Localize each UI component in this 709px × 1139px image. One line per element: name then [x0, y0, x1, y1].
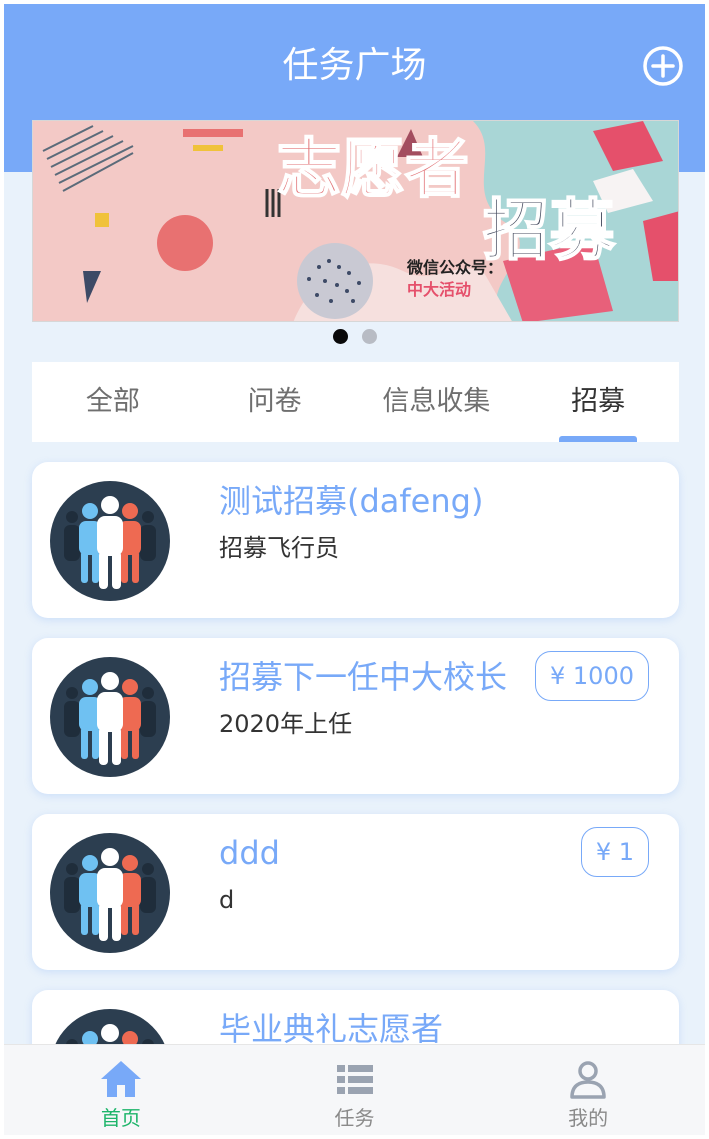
- tabbar-label: 我的: [568, 1106, 609, 1130]
- banner-headline-2: 招募: [483, 193, 616, 267]
- price-badge: ¥ 1: [580, 827, 649, 877]
- price-badge: ¥ 1000: [535, 651, 649, 701]
- tabbar-item-tasks[interactable]: 任务: [238, 1045, 472, 1135]
- tab-all[interactable]: 全部: [32, 362, 194, 442]
- tab-label: 全部: [85, 386, 140, 417]
- plus-circle-icon: [643, 46, 683, 86]
- category-tabs: 全部 问卷 信息收集 招募: [32, 362, 679, 442]
- list-icon: [336, 1065, 373, 1094]
- volunteers-icon: [50, 481, 170, 601]
- add-task-button[interactable]: [642, 45, 684, 87]
- tabbar-item-home[interactable]: 首页: [4, 1045, 238, 1135]
- tab-recruit[interactable]: 招募: [517, 362, 679, 442]
- task-card[interactable]: 测试招募(dafeng) 招募飞行员: [32, 462, 679, 618]
- tab-survey[interactable]: 问卷: [194, 362, 356, 442]
- page-title: 任务广场: [282, 45, 427, 86]
- tabbar-label: 首页: [100, 1106, 141, 1130]
- active-tab-indicator: [559, 436, 637, 442]
- task-title: 招募下一任中大校长: [219, 658, 508, 696]
- app-frame: 任务广场 志愿者 招募 微信公众号： 中大活动 全部 问卷 信息收集 招募 测试…: [4, 4, 705, 1135]
- carousel-indicators: [4, 326, 705, 346]
- bottom-tab-bar: 首页 任务 我的: [4, 1044, 705, 1135]
- task-subtitle: 招募飞行员: [219, 534, 339, 562]
- task-subtitle: d: [219, 886, 235, 914]
- task-title: ddd: [219, 834, 280, 872]
- banner-carousel[interactable]: 志愿者 招募 微信公众号： 中大活动: [32, 120, 679, 322]
- tab-info-collection[interactable]: 信息收集: [356, 362, 518, 442]
- tab-label: 招募: [571, 386, 626, 417]
- volunteers-icon: [50, 833, 170, 953]
- home-icon: [100, 1061, 141, 1097]
- banner-image: 志愿者 招募 微信公众号： 中大活动: [33, 121, 678, 321]
- task-card[interactable]: ddd d ¥ 1: [32, 814, 679, 970]
- task-card[interactable]: 招募下一任中大校长 2020年上任 ¥ 1000: [32, 638, 679, 794]
- banner-headline-1: 志愿者: [277, 133, 469, 205]
- carousel-dot-2[interactable]: [361, 328, 377, 344]
- volunteers-icon: [50, 657, 170, 777]
- task-list: 测试招募(dafeng) 招募飞行员 招募下一任中大校长 2020年上任 ¥ 1…: [32, 462, 679, 1135]
- tabbar-item-mine[interactable]: 我的: [471, 1045, 705, 1135]
- tab-label: 信息收集: [382, 386, 491, 417]
- banner-wechat-name: 中大活动: [407, 280, 471, 299]
- banner-wechat-label: 微信公众号：: [406, 258, 503, 277]
- carousel-dot-1[interactable]: [332, 328, 348, 344]
- tab-label: 问卷: [247, 386, 302, 417]
- task-title: 测试招募(dafeng): [219, 482, 484, 520]
- tabbar-label: 任务: [334, 1106, 375, 1130]
- task-subtitle: 2020年上任: [219, 710, 353, 738]
- user-icon: [570, 1061, 606, 1099]
